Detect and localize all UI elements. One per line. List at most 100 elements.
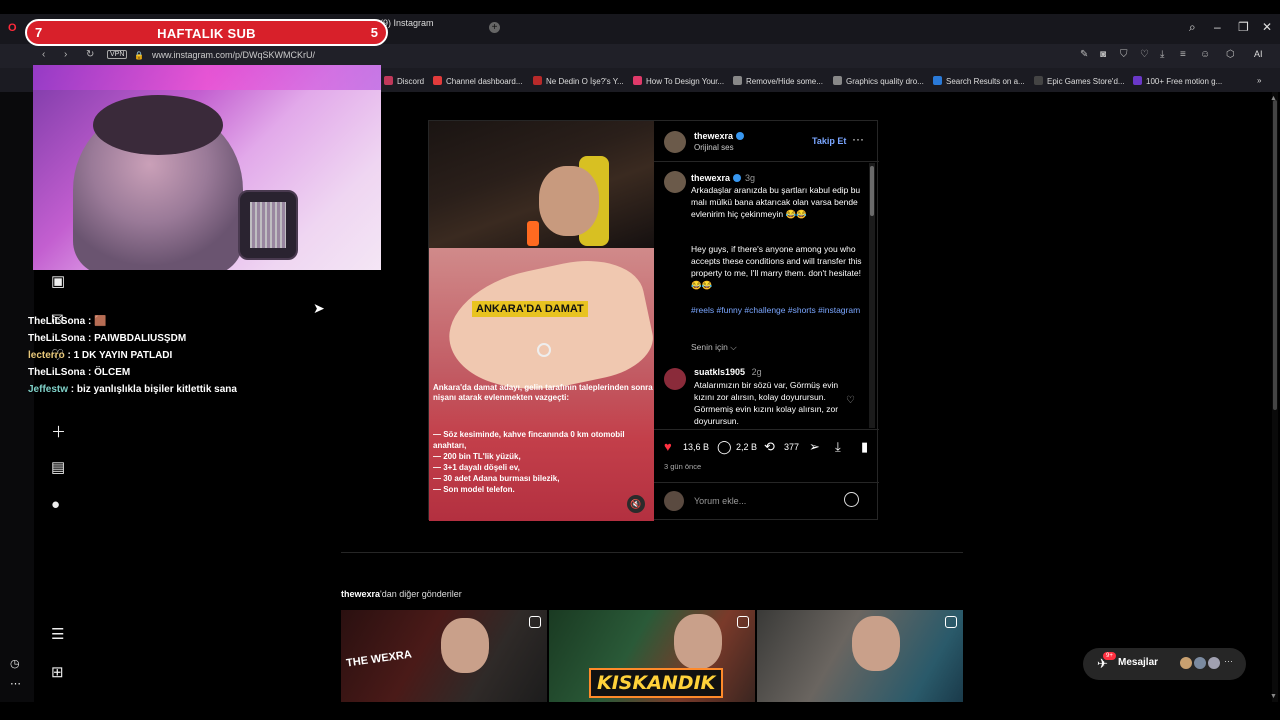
chat-message: TheLiLSona : 🟫: [28, 316, 107, 327]
dashboard-icon[interactable]: ▤: [51, 458, 65, 476]
bookmark-item[interactable]: 100+ Free motion g...: [1133, 76, 1222, 86]
motion-icon: [1133, 76, 1142, 85]
streamer-hair: [93, 95, 223, 155]
new-tab-icon[interactable]: +: [489, 22, 500, 33]
chart-icon: [533, 76, 542, 85]
download-post-icon[interactable]: ⤓: [835, 439, 841, 455]
more-post-thumb[interactable]: KISKANDIK: [549, 610, 755, 702]
menu-lines-icon[interactable]: ≡: [1180, 49, 1186, 60]
profile-avatar[interactable]: ●: [51, 496, 60, 513]
lock-icon[interactable]: 🔒: [134, 51, 144, 60]
messages-button[interactable]: ✈ 9+ Mesajlar ⋯: [1083, 648, 1246, 680]
bookmarks-overflow-icon[interactable]: »: [1257, 76, 1261, 85]
browser-tab[interactable]: (9) Instagram: [380, 18, 434, 28]
commenter-avatar[interactable]: [664, 368, 686, 390]
close-window-icon[interactable]: ✕: [1262, 20, 1272, 34]
apps-icon[interactable]: ⊞: [51, 663, 64, 681]
caption-header: thewexra 3g: [691, 173, 756, 183]
bookmark-item[interactable]: Discord: [384, 76, 424, 86]
reload-icon[interactable]: ↻: [86, 49, 94, 60]
mute-icon[interactable]: 🔇: [627, 495, 645, 513]
repost-count[interactable]: 377: [784, 442, 799, 452]
back-icon[interactable]: ‹: [42, 49, 45, 60]
ring-image: [537, 343, 551, 357]
edit-icon[interactable]: ✎: [1080, 49, 1088, 60]
author-avatar[interactable]: [664, 131, 686, 153]
divider: [654, 482, 879, 483]
bookmark-item[interactable]: Search Results on a...: [933, 76, 1025, 86]
create-icon[interactable]: ＋: [51, 421, 66, 442]
divider: [654, 161, 879, 162]
maximize-icon[interactable]: ❐: [1238, 20, 1249, 34]
more-dots-icon[interactable]: ⋯: [10, 677, 21, 690]
save-icon[interactable]: ▮: [861, 439, 868, 455]
more-icon[interactable]: ···: [852, 132, 864, 146]
section-divider: [341, 552, 963, 553]
minimize-icon[interactable]: –: [1214, 20, 1221, 34]
caption-english: Hey guys, if there's anyone among you wh…: [691, 244, 862, 290]
more-post-thumb[interactable]: [757, 610, 963, 702]
mouse-cursor-icon: ➤: [313, 300, 325, 316]
video-top-scene: [429, 121, 654, 248]
comments-scroll-thumb[interactable]: [870, 166, 874, 216]
ai-button[interactable]: AI: [1254, 49, 1263, 59]
comment-icon[interactable]: ◯: [717, 439, 732, 455]
opera-logo-icon[interactable]: O: [8, 22, 17, 34]
profile-icon[interactable]: ☺: [1200, 49, 1210, 60]
hashtags[interactable]: #reels #funny #challenge #shorts #instag…: [691, 304, 866, 316]
more-posts-label: thewexra'dan diğer gönderiler: [341, 589, 462, 599]
menu-icon[interactable]: ☰: [51, 625, 64, 643]
author-name[interactable]: thewexra: [694, 131, 745, 141]
verified-icon: [733, 174, 742, 182]
comment-like-icon[interactable]: ♡: [846, 395, 855, 406]
microphone: [238, 190, 298, 260]
comment-count[interactable]: 2,2 B: [736, 442, 757, 452]
avatar: [1193, 656, 1207, 670]
post-date: 3 gün önce: [664, 462, 702, 471]
divider: [654, 429, 879, 430]
bookmark-item[interactable]: How To Design Your...: [633, 76, 724, 86]
for-you-toggle[interactable]: Senin için ⌵: [691, 342, 737, 353]
audio-label[interactable]: Orijinal ses: [694, 143, 734, 152]
comment-text: Atalarımızın bir sözü var, Görmüş evin k…: [694, 380, 839, 426]
scroll-down-icon[interactable]: ▼: [1270, 693, 1277, 700]
my-avatar: [664, 491, 684, 511]
extensions-icon[interactable]: ⬡: [1226, 49, 1235, 60]
bookmark-item[interactable]: Channel dashboard...: [433, 76, 523, 86]
share-icon[interactable]: ➢: [809, 439, 820, 455]
url-field[interactable]: www.instagram.com/p/DWqSKWMCKrU/: [152, 50, 315, 60]
heart-icon[interactable]: ♥: [664, 439, 672, 454]
bookmark-item[interactable]: Epic Games Store'd...: [1034, 76, 1125, 86]
page-scroll-thumb[interactable]: [1273, 100, 1277, 410]
epic-icon: [1034, 76, 1043, 85]
avatar: [1179, 656, 1193, 670]
weekly-sub-banner: 7 HAFTALIK SUB 5: [25, 19, 388, 46]
repost-icon[interactable]: ⟲: [764, 439, 775, 455]
creator-face: [539, 166, 599, 236]
reel-video[interactable]: ANKARA'DA DAMAT Ankara'da damat adayı, g…: [429, 121, 654, 521]
download-icon[interactable]: ⤓: [1160, 49, 1164, 60]
more-post-thumb[interactable]: THE WEXRA: [341, 610, 547, 702]
thumb-logo: THE WEXRA: [345, 648, 413, 670]
heart-bookmark-icon[interactable]: ♡: [1140, 49, 1149, 60]
history-icon[interactable]: ◷: [10, 657, 20, 670]
more-dots-icon: ⋯: [1224, 656, 1233, 666]
like-count[interactable]: 13,6 B: [683, 442, 709, 452]
emoji-icon[interactable]: [844, 492, 859, 507]
bookmark-item[interactable]: Ne Dedin O İşe?'s Y...: [533, 76, 624, 86]
thumb-face: [441, 618, 489, 673]
vpn-badge[interactable]: VPN: [107, 50, 128, 59]
forward-icon[interactable]: ›: [64, 49, 67, 60]
search-tabs-icon[interactable]: ⌕: [1189, 20, 1196, 35]
reels-icon[interactable]: ▣: [51, 272, 65, 290]
follow-button[interactable]: Takip Et: [812, 136, 846, 146]
bookmark-item[interactable]: Remove/Hide some...: [733, 76, 823, 86]
comment-input[interactable]: Yorum ekle...: [694, 496, 746, 506]
bookmark-item[interactable]: Graphics quality dro...: [833, 76, 924, 86]
camera-icon[interactable]: ◙: [1100, 49, 1106, 60]
shield-icon[interactable]: ⛉: [1120, 49, 1128, 60]
caption-avatar[interactable]: [664, 171, 686, 193]
scroll-up-icon[interactable]: ▲: [1270, 95, 1277, 102]
gear-icon: [733, 76, 742, 85]
video-description: Ankara'da damat adayı, gelin tarafının t…: [433, 383, 653, 402]
